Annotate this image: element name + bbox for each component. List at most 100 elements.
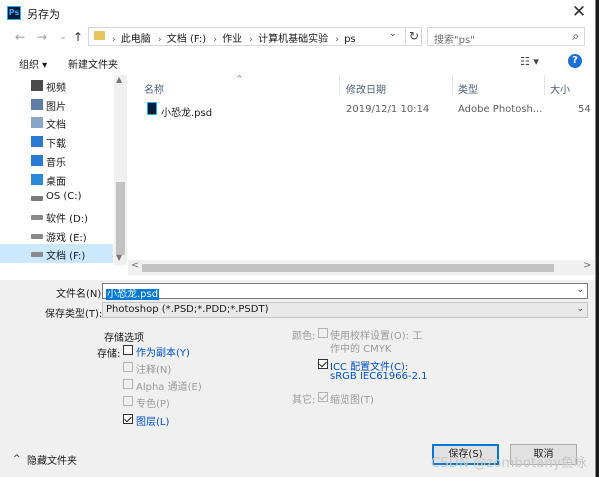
breadcrumb-item[interactable]: ps	[344, 34, 356, 45]
sidebar-item-label: 游戏 (E:)	[46, 232, 87, 244]
navigation-bar: ← → ⌄ ↑ › 此电脑 › 文档 (F:) › 作业 › 计算机基础实验 ›…	[0, 26, 595, 48]
notes-checkbox[interactable]	[123, 362, 133, 372]
column-name[interactable]: 名称	[144, 81, 164, 96]
breadcrumb-item[interactable]: 计算机基础实验	[258, 34, 328, 45]
view-options-icon[interactable]: ☷ ▾	[520, 55, 539, 68]
filename-value: 小恐龙.psd	[106, 285, 160, 300]
as-copy-label[interactable]: 作为副本(Y)	[136, 344, 190, 359]
spot-colors-checkbox[interactable]	[123, 396, 133, 406]
scroll-down-icon[interactable]: ▼	[116, 253, 122, 262]
search-input[interactable]: 搜索"ps" ⌕	[427, 27, 585, 46]
sidebar-item-label: 图片	[46, 101, 66, 113]
up-arrow-icon[interactable]: ↑	[70, 29, 86, 45]
proof-setup-checkbox[interactable]	[318, 328, 328, 338]
sidebar-item-label: 桌面	[46, 176, 66, 188]
file-modified: 2019/12/1 10:14	[346, 104, 430, 115]
chevron-down-icon[interactable]: ⌄	[389, 29, 397, 39]
sidebar-item-9[interactable]: 文档 (F:)	[0, 244, 113, 264]
column-modified[interactable]: 修改日期	[346, 81, 386, 96]
alpha-channels-label: Alpha 通道(E)	[136, 382, 202, 393]
sidebar-item-label: 文档	[46, 120, 66, 132]
sidebar-item-label: 下载	[46, 139, 66, 151]
sidebar-item-label: OS (C:)	[46, 191, 82, 203]
file-name: 小恐龙.psd	[161, 108, 213, 119]
sidebar-item-6[interactable]: OS (C:)	[0, 188, 113, 207]
filename-label: 文件名(N):	[56, 289, 105, 300]
sidebar-item-2[interactable]: 文档	[0, 113, 113, 132]
scroll-thumb[interactable]	[142, 264, 554, 272]
hide-folders-button[interactable]: 隐藏文件夹	[27, 452, 77, 467]
layers-label[interactable]: 图层(L)	[136, 413, 169, 428]
scroll-right-icon[interactable]: >	[583, 260, 591, 271]
scroll-thumb[interactable]	[116, 182, 125, 255]
icc-profile-checkbox[interactable]	[318, 359, 328, 369]
sidebar-item-3[interactable]: 下载	[0, 132, 113, 151]
color-label: 颜色:	[292, 331, 316, 342]
psd-file-icon	[147, 102, 157, 115]
sidebar-item-1[interactable]: 图片	[0, 95, 113, 114]
save-form: 文件名(N): 小恐龙.psd ⌄ 保存类型(T): Photoshop (*.…	[0, 280, 595, 477]
thumbnail-checkbox[interactable]	[318, 392, 328, 402]
sidebar-item-label: 视频	[46, 83, 66, 94]
breadcrumb-separator: ›	[335, 35, 339, 45]
sidebar-item-5[interactable]: 桌面	[0, 170, 113, 189]
breadcrumb-item[interactable]: 作业	[222, 34, 242, 45]
filename-selected-text: 小恐龙.psd	[106, 289, 160, 300]
sidebar-item-0[interactable]: 视频	[0, 76, 113, 95]
column-divider[interactable]	[452, 75, 453, 95]
notes-label: 注释(N)	[136, 365, 172, 376]
column-size[interactable]: 大小	[550, 81, 570, 96]
file-size: 54	[578, 104, 591, 115]
save-type-value: Photoshop (*.PSD;*.PDD;*.PSDT)	[106, 304, 269, 315]
file-row[interactable]: 小恐龙.psd 2019/12/1 10:14 Adobe Photosh...…	[128, 100, 595, 119]
recent-locations-icon[interactable]: ⌄	[55, 29, 71, 45]
sidebar-item-4[interactable]: 音乐	[0, 151, 113, 170]
dialog-title: 另存为	[27, 8, 60, 21]
sidebar-item-label: 音乐	[46, 157, 66, 169]
nav-pane-scrollbar[interactable]: ▲ ▼	[114, 75, 127, 265]
organize-menu-button[interactable]: 组织 ▾	[19, 56, 47, 71]
column-headers: ^ 名称 修改日期 类型 大小	[128, 74, 595, 96]
back-arrow-icon[interactable]: ←	[12, 29, 28, 45]
address-bar[interactable]: › 此电脑 › 文档 (F:) › 作业 › 计算机基础实验 › ps ⌄ ↻	[88, 27, 422, 46]
as-copy-checkbox[interactable]	[123, 345, 133, 355]
layers-checkbox[interactable]	[123, 414, 133, 424]
new-folder-button[interactable]: 新建文件夹	[68, 56, 118, 71]
filename-field[interactable]: 小恐龙.psd ⌄	[102, 283, 588, 300]
save-type-label: 保存类型(T):	[45, 309, 103, 320]
drive-icon	[31, 233, 43, 239]
chevron-down-icon[interactable]: ⌄	[576, 285, 584, 295]
close-icon[interactable]: ✕	[564, 2, 594, 24]
icc-profile-value: sRGB IEC61966-2.1	[330, 371, 428, 382]
save-type-select[interactable]: Photoshop (*.PSD;*.PDD;*.PSDT) ⌄	[102, 302, 588, 318]
column-divider[interactable]	[544, 75, 545, 95]
column-type[interactable]: 类型	[458, 81, 478, 96]
forward-arrow-icon[interactable]: →	[34, 29, 50, 45]
os-drive-icon	[31, 196, 43, 202]
refresh-icon[interactable]: ↻	[405, 28, 422, 45]
other-label: 其它:	[292, 395, 316, 406]
scroll-left-icon[interactable]: <	[131, 260, 139, 271]
sidebar-item-8[interactable]: 游戏 (E:)	[0, 226, 113, 245]
command-toolbar: 组织 ▾ 新建文件夹 ☷ ▾ ?	[0, 48, 595, 75]
horizontal-scrollbar[interactable]: < >	[128, 260, 595, 275]
scroll-up-icon[interactable]: ▲	[116, 75, 122, 84]
save-options-title: 存储选项	[104, 333, 144, 344]
column-divider[interactable]	[339, 75, 340, 95]
sidebar-item-label: 文档 (F:)	[46, 251, 86, 263]
video-icon	[31, 80, 43, 91]
breadcrumb-item[interactable]: 此电脑	[121, 34, 151, 45]
sidebar-item-7[interactable]: 软件 (D:)	[0, 207, 113, 226]
breadcrumb-separator: ›	[112, 35, 116, 45]
search-icon[interactable]: ⌕	[572, 29, 579, 44]
chevron-down-icon[interactable]: ⌄	[576, 304, 584, 314]
breadcrumb: › 此电脑 › 文档 (F:) › 作业 › 计算机基础实验 › ps	[110, 30, 358, 45]
breadcrumb-item[interactable]: 文档 (F:)	[167, 34, 206, 45]
help-icon[interactable]: ?	[568, 54, 582, 68]
documents-icon	[31, 117, 43, 129]
pictures-icon	[31, 98, 43, 110]
sort-ascending-icon: ^	[236, 74, 243, 83]
alpha-channels-checkbox[interactable]	[123, 379, 133, 389]
chevron-up-icon[interactable]: ^	[13, 454, 21, 464]
download-icon	[31, 136, 43, 148]
